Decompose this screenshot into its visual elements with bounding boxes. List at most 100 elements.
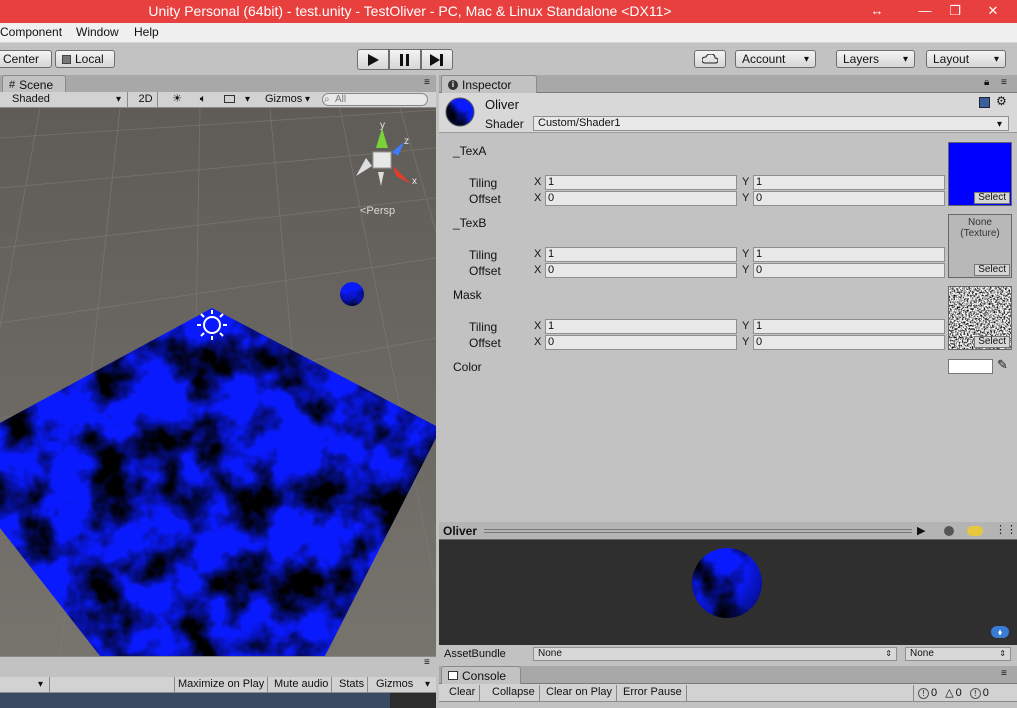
label-tag-icon[interactable]: ⬧ — [991, 626, 1009, 638]
texb-tiling-y-field[interactable]: 1 — [753, 247, 945, 262]
texa-tiling-x-field[interactable]: 1 — [545, 175, 737, 190]
shader-label: Shader — [485, 117, 524, 131]
warning-counter[interactable]: △ 0 — [945, 686, 962, 700]
settings-gear-icon[interactable]: ⚙ — [996, 94, 1007, 108]
material-sphere-icon — [445, 97, 475, 127]
mask-tiling-x-field[interactable]: 1 — [545, 319, 737, 334]
axis-x-label: X — [534, 264, 542, 276]
preview-sphere-icon[interactable] — [944, 526, 954, 536]
material-name: Oliver — [485, 97, 519, 112]
lighting-toggle-icon[interactable]: ☀ — [166, 92, 188, 108]
mask-tiling-y-field[interactable]: 1 — [753, 319, 945, 334]
menu-component[interactable]: Component — [0, 25, 62, 39]
error-pause-button[interactable]: Error Pause — [619, 685, 687, 701]
effects-dropdown[interactable] — [220, 92, 256, 108]
tab-scene[interactable]: # Scene — [2, 75, 66, 93]
game-viewport[interactable] — [0, 693, 436, 708]
layers-dropdown[interactable]: Layers — [836, 50, 915, 68]
menu-bar: Component Window Help — [0, 23, 1017, 43]
texb-offset-x-field[interactable]: 0 — [545, 263, 737, 278]
log-counters: ! 0 △ 0 ! 0 — [913, 685, 989, 701]
menu-window[interactable]: Window — [76, 25, 119, 39]
maximize-on-play-toggle[interactable]: Maximize on Play — [174, 677, 269, 693]
log-counter[interactable]: ! 0 — [918, 686, 937, 700]
preview-menu-icon[interactable]: ⋮⋮ — [995, 523, 1017, 536]
error-counter[interactable]: ! 0 — [969, 686, 989, 700]
variant-dropdown[interactable]: None ⇕ — [905, 647, 1011, 661]
play-icon — [368, 53, 379, 66]
menu-help[interactable]: Help — [134, 25, 159, 39]
pivot-center-label: Center — [3, 52, 40, 66]
scene-search-input[interactable]: ⌕ All — [322, 93, 428, 106]
mask-texture-slot[interactable]: Select — [948, 286, 1012, 350]
shading-mode-dropdown[interactable]: Shaded — [8, 92, 128, 108]
grid-icon: # — [9, 78, 16, 91]
texb-select-button[interactable]: Select — [974, 264, 1010, 276]
projection-label[interactable]: <Persp — [360, 205, 395, 217]
shader-dropdown[interactable]: Custom/Shader1 — [533, 116, 1009, 131]
pivot-center-button[interactable]: Center — [0, 50, 52, 68]
clear-button[interactable]: Clear — [445, 685, 481, 701]
mute-audio-toggle[interactable]: Mute audio — [271, 677, 333, 693]
panel-menu-icon[interactable]: ≡ — [424, 77, 430, 88]
pivot-local-button[interactable]: Local — [55, 50, 115, 68]
texb-offset-y-field[interactable]: 0 — [753, 263, 945, 278]
console-menu-icon[interactable]: ≡ — [1001, 668, 1007, 679]
eyedropper-icon[interactable]: ✎ — [997, 357, 1008, 373]
console-tab-label: Console — [462, 668, 507, 683]
assetbundle-dropdown[interactable]: None ⇕ — [533, 647, 897, 661]
preview-sphere[interactable] — [691, 547, 763, 619]
inspector-menu-icon[interactable]: ≡ — [1001, 77, 1007, 88]
minimize-button[interactable]: — — [910, 0, 940, 23]
texa-texture-slot[interactable]: Select — [948, 142, 1012, 206]
texa-offset-x-field[interactable]: 0 — [545, 191, 737, 206]
tab-inspector[interactable]: i Inspector — [441, 75, 537, 93]
texa-tiling-y-field[interactable]: 1 — [753, 175, 945, 190]
pause-button[interactable] — [389, 49, 421, 70]
search-icon: ⌕ — [324, 94, 330, 105]
collapse-button[interactable]: Collapse — [488, 685, 540, 701]
offset-label: Offset — [469, 336, 501, 350]
color-swatch[interactable] — [948, 359, 993, 374]
mode-2d-toggle[interactable]: 2D — [134, 92, 158, 108]
mask-select-button[interactable]: Select — [974, 336, 1010, 348]
close-button[interactable]: ✕ — [976, 0, 1010, 23]
texa-select-button[interactable]: Select — [974, 192, 1010, 204]
mask-offset-y-field[interactable]: 0 — [753, 335, 945, 350]
play-button[interactable] — [357, 49, 389, 70]
preview-play-icon[interactable]: ▶ — [917, 524, 925, 537]
lock-icon[interactable]: 🔒︎ — [984, 77, 989, 88]
scene-viewport[interactable]: y z x <Persp — [0, 108, 436, 656]
variant-value: None — [910, 648, 934, 659]
game-gizmos-dropdown[interactable]: Gizmos — [372, 677, 436, 693]
step-icon — [430, 53, 443, 66]
shading-mode-label: Shaded — [12, 93, 50, 105]
tab-console[interactable]: Console — [441, 666, 521, 684]
info-log-icon: ! — [918, 687, 929, 699]
maximize-button[interactable]: ❐ — [940, 0, 970, 23]
account-dropdown[interactable]: Account — [735, 50, 816, 68]
scene-gizmos-dropdown[interactable]: Gizmos — [261, 92, 316, 108]
layout-dropdown[interactable]: Layout — [926, 50, 1006, 68]
game-display-dropdown[interactable] — [0, 677, 50, 693]
clear-on-play-button[interactable]: Clear on Play — [542, 685, 618, 701]
game-panel-menu-icon[interactable]: ≡ — [424, 657, 430, 668]
cloud-button[interactable] — [694, 50, 726, 68]
help-book-icon[interactable] — [979, 97, 990, 108]
resize-icon[interactable]: ↔ — [862, 0, 892, 23]
cube-icon — [62, 54, 71, 64]
axis-x-label: X — [534, 320, 542, 332]
shader-value: Custom/Shader1 — [538, 117, 621, 129]
preview-drag-handle[interactable] — [484, 529, 912, 533]
preview-header: Oliver ▶ ⋮⋮ — [439, 522, 1017, 540]
texa-offset-y-field[interactable]: 0 — [753, 191, 945, 206]
stats-toggle[interactable]: Stats — [336, 677, 369, 693]
texb-tiling-x-field[interactable]: 1 — [545, 247, 737, 262]
audio-toggle-icon[interactable]: 🔈︎ — [192, 92, 214, 108]
mask-offset-x-field[interactable]: 0 — [545, 335, 737, 350]
preview-light-icon[interactable] — [967, 526, 983, 536]
texb-texture-slot[interactable]: None (Texture) Select — [948, 214, 1012, 278]
preview-panel: Oliver ▶ ⋮⋮ ⬧ AssetBundle None ⇕ None ⇕ — [439, 522, 1017, 664]
account-label: Account — [742, 52, 786, 66]
step-button[interactable] — [421, 49, 453, 70]
